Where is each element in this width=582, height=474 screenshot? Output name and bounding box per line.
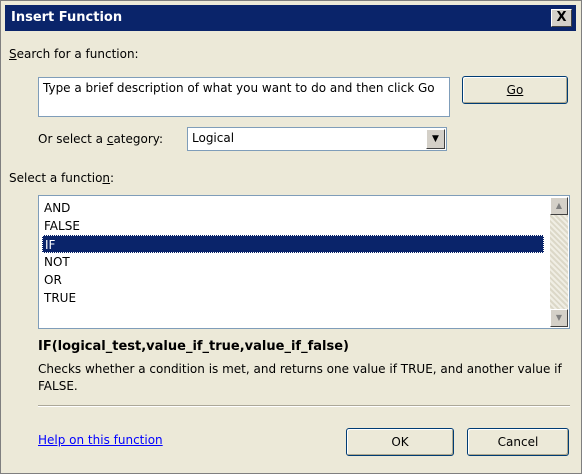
- dialog-title: Insert Function: [11, 10, 123, 25]
- function-list[interactable]: AND FALSE IF NOT OR TRUE ▲ ▼: [38, 195, 570, 329]
- function-list-label: Select a function:: [9, 171, 115, 185]
- category-label: Or select a category:: [38, 132, 164, 146]
- list-item-if[interactable]: IF: [42, 235, 544, 253]
- list-item-true[interactable]: TRUE: [42, 289, 544, 307]
- title-bar: Insert Function ? X: [5, 5, 576, 455]
- insert-function-dialog: Insert Function ? X Search for a functio…: [0, 0, 582, 474]
- go-button[interactable]: Go: [462, 76, 568, 104]
- scroll-down-icon[interactable]: ▼: [550, 309, 568, 327]
- list-item-false[interactable]: FALSE: [42, 217, 544, 235]
- list-item-and[interactable]: AND: [42, 199, 544, 217]
- chevron-down-icon[interactable]: ▼: [426, 129, 445, 149]
- ok-button[interactable]: OK: [346, 428, 454, 456]
- search-label: Search for a function:: [9, 47, 139, 61]
- list-item-or[interactable]: OR: [42, 271, 544, 289]
- function-description: Checks whether a condition is met, and r…: [38, 362, 562, 393]
- category-value: Logical: [192, 131, 235, 145]
- search-input[interactable]: Type a brief description of what you wan…: [38, 77, 450, 117]
- divider: [38, 405, 570, 407]
- cancel-button[interactable]: Cancel: [467, 428, 569, 456]
- category-select[interactable]: Logical ▼: [187, 127, 447, 151]
- list-scrollbar[interactable]: ▲ ▼: [550, 197, 568, 327]
- help-link[interactable]: Help on this function: [38, 433, 163, 447]
- list-item-not[interactable]: NOT: [42, 253, 544, 271]
- close-button[interactable]: X: [551, 9, 572, 27]
- scroll-up-icon[interactable]: ▲: [550, 197, 568, 215]
- function-syntax: IF(logical_test,value_if_true,value_if_f…: [38, 339, 349, 354]
